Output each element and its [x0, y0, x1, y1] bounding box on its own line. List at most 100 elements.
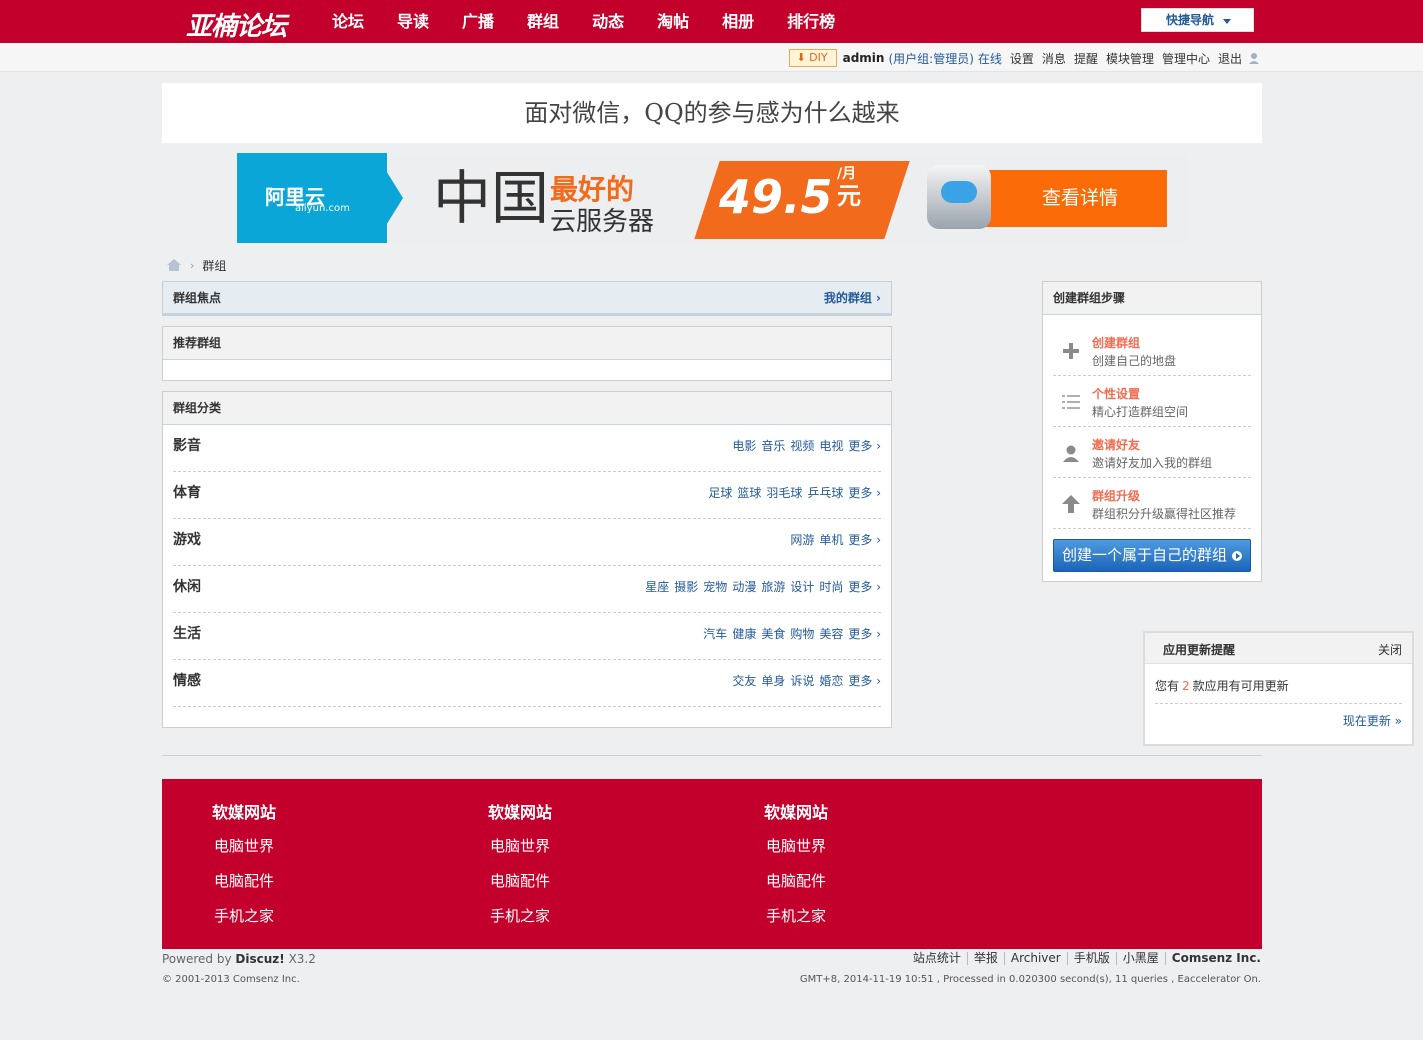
- group-focus-title: 群组焦点: [173, 291, 222, 305]
- diy-label: DIY: [809, 51, 828, 64]
- category-sublink[interactable]: 时尚: [819, 578, 843, 595]
- category-sublink[interactable]: 电视: [819, 437, 843, 454]
- breadcrumb-current[interactable]: 群组: [202, 257, 226, 274]
- category-sublink[interactable]: 视频: [790, 437, 814, 454]
- category-name[interactable]: 休闲: [173, 576, 201, 596]
- step-title[interactable]: 创建群组: [1092, 334, 1140, 351]
- user-group-link[interactable]: (用户组:管理员): [888, 50, 973, 67]
- nav-item-activity[interactable]: 动态: [592, 0, 624, 43]
- category-name[interactable]: 游戏: [173, 529, 201, 549]
- footer-link-company[interactable]: Comsenz Inc.: [1164, 952, 1261, 965]
- category-sublink[interactable]: 设计: [790, 578, 814, 595]
- footer-link-mobile[interactable]: 手机版: [1066, 952, 1116, 965]
- online-status[interactable]: 在线: [978, 50, 1002, 67]
- category-more-link[interactable]: 更多 ›: [848, 437, 881, 454]
- category-sublink[interactable]: 动漫: [732, 578, 756, 595]
- category-name[interactable]: 影音: [173, 435, 201, 455]
- ad-detail-button[interactable]: 查看详情: [973, 170, 1167, 227]
- category-sublink[interactable]: 交友: [732, 672, 756, 689]
- category-sublinks: 汽车 健康 美食 购物 美容 更多 ›: [698, 625, 881, 642]
- headline-banner[interactable]: 面对微信，QQ的参与感为什么越来: [162, 83, 1262, 143]
- category-sublink[interactable]: 汽车: [703, 625, 727, 642]
- my-groups-link[interactable]: 我的群组 ›: [824, 282, 881, 314]
- footer-column-link[interactable]: 电脑配件: [212, 870, 412, 905]
- footer-link-archiver[interactable]: Archiver: [1003, 952, 1067, 965]
- nav-item-album[interactable]: 相册: [722, 0, 754, 43]
- category-sublink[interactable]: 羽毛球: [766, 484, 802, 501]
- category-sublink[interactable]: 美容: [819, 625, 843, 642]
- category-sublinks: 网游 单机 更多 ›: [785, 531, 881, 548]
- footer-link-blackroom[interactable]: 小黑屋: [1115, 952, 1165, 965]
- step-title[interactable]: 邀请好友: [1092, 436, 1140, 453]
- update-now-link[interactable]: 现在更新 »: [1343, 712, 1402, 729]
- nav-item-guide[interactable]: 导读: [397, 0, 429, 43]
- footer-column-link[interactable]: 电脑世界: [212, 835, 412, 870]
- category-more-link[interactable]: 更多 ›: [848, 672, 881, 689]
- category-more-link[interactable]: 更多 ›: [848, 578, 881, 595]
- nav-item-groups[interactable]: 群组: [527, 0, 559, 43]
- settings-link[interactable]: 设置: [1010, 50, 1034, 67]
- update-count: 2: [1182, 679, 1190, 693]
- nav-item-broadcast[interactable]: 广播: [462, 0, 494, 43]
- messages-link[interactable]: 消息: [1042, 50, 1066, 67]
- footer-divider: [162, 755, 1262, 756]
- diy-button[interactable]: ⬇ DIY: [789, 49, 837, 67]
- reminders-link[interactable]: 提醒: [1074, 50, 1098, 67]
- nav-item-collections[interactable]: 淘帖: [657, 0, 689, 43]
- footer-column-link[interactable]: 电脑配件: [488, 870, 688, 905]
- category-sublink[interactable]: 婚恋: [819, 672, 843, 689]
- plus-icon: [1063, 343, 1079, 359]
- category-sublink[interactable]: 诉说: [790, 672, 814, 689]
- category-sublink[interactable]: 健康: [732, 625, 756, 642]
- category-name[interactable]: 情感: [173, 670, 201, 690]
- step-title[interactable]: 个性设置: [1092, 385, 1140, 402]
- category-name[interactable]: 体育: [173, 482, 201, 502]
- category-sublink[interactable]: 摄影: [674, 578, 698, 595]
- footer-link-report[interactable]: 举报: [966, 952, 1004, 965]
- footer-column-link[interactable]: 手机之家: [488, 905, 688, 940]
- app-update-notice: 应用更新提醒 关闭 您有 2 款应用有可用更新 现在更新 »: [1143, 631, 1414, 746]
- breadcrumb: › 群组: [166, 256, 226, 274]
- powered-by: Powered by Discuz! X3.2: [162, 952, 316, 966]
- notice-close-button[interactable]: 关闭: [1378, 641, 1402, 658]
- category-sublink[interactable]: 单身: [761, 672, 785, 689]
- site-logo[interactable]: 亚楠论坛: [186, 6, 287, 42]
- block-manage-link[interactable]: 模块管理: [1106, 50, 1154, 67]
- footer-column-link[interactable]: 电脑配件: [764, 870, 964, 905]
- category-sublink[interactable]: 购物: [790, 625, 814, 642]
- category-sublink[interactable]: 网游: [790, 531, 814, 548]
- nav-item-ranking[interactable]: 排行榜: [787, 0, 835, 43]
- category-sublink[interactable]: 电影: [732, 437, 756, 454]
- create-group-button[interactable]: 创建一个属于自己的群组: [1053, 539, 1251, 572]
- category-sublinks: 交友 单身 诉说 婚恋 更多 ›: [727, 672, 881, 689]
- category-more-link[interactable]: 更多 ›: [848, 484, 881, 501]
- nav-item-forum[interactable]: 论坛: [332, 0, 364, 43]
- category-sublink[interactable]: 旅游: [761, 578, 785, 595]
- category-name[interactable]: 生活: [173, 623, 201, 643]
- category-sublink[interactable]: 乒乓球: [807, 484, 843, 501]
- quick-nav-button[interactable]: 快捷导航: [1141, 8, 1254, 32]
- category-more-link[interactable]: 更多 ›: [848, 531, 881, 548]
- main-nav: 论坛 导读 广播 群组 动态 淘帖 相册 排行榜: [332, 0, 868, 43]
- footer-column-link[interactable]: 电脑世界: [488, 835, 688, 870]
- footer-column-link[interactable]: 电脑世界: [764, 835, 964, 870]
- ad-banner[interactable]: 阿里云 aliyun.com 中国 最好的 云服务器 49.5 /月元 查看详情: [237, 153, 1187, 243]
- footer-column-link[interactable]: 手机之家: [764, 905, 964, 940]
- footer-link-stats[interactable]: 站点统计: [907, 952, 967, 965]
- category-sublink[interactable]: 足球: [708, 484, 732, 501]
- footer-column-link[interactable]: 手机之家: [212, 905, 412, 940]
- admin-center-link[interactable]: 管理中心: [1162, 50, 1210, 67]
- category-sublink[interactable]: 星座: [645, 578, 669, 595]
- category-sublink[interactable]: 音乐: [761, 437, 785, 454]
- discuz-link[interactable]: Discuz!: [235, 952, 284, 966]
- category-sublink[interactable]: 篮球: [737, 484, 761, 501]
- category-sublink[interactable]: 宠物: [703, 578, 727, 595]
- category-sublink[interactable]: 单机: [819, 531, 843, 548]
- category-sublink[interactable]: 美食: [761, 625, 785, 642]
- home-icon[interactable]: [166, 258, 182, 272]
- username-link[interactable]: admin: [843, 51, 885, 65]
- step-title[interactable]: 群组升级: [1092, 487, 1140, 504]
- logout-link[interactable]: 退出: [1218, 50, 1242, 67]
- category-more-link[interactable]: 更多 ›: [848, 625, 881, 642]
- notice-title: 应用更新提醒: [1163, 643, 1236, 657]
